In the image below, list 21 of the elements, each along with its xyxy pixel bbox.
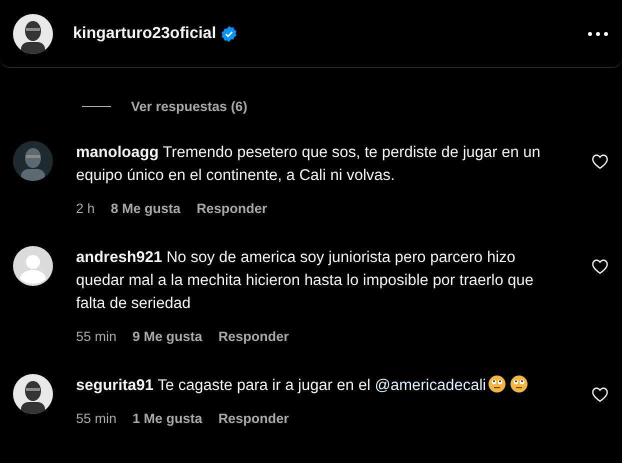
account-username[interactable]: kingarturo23oficial (73, 24, 216, 42)
comment-text: andresh921 No soy de america soy juniorista pero parcero hizo quedar mal a la mechita hicieron hasta lo imposible por traerlo que falta de seriedad (76, 248, 534, 314)
comment-time: 2 h (76, 201, 95, 216)
likes-count[interactable]: 9 Me gusta (132, 329, 202, 344)
comment-time: 55 min (76, 329, 117, 344)
like-heart-button[interactable] (592, 259, 608, 274)
emoji-face-icon (510, 375, 528, 393)
reply-link[interactable]: Responder (196, 201, 268, 216)
like-heart-button[interactable] (592, 387, 608, 402)
likes-count[interactable]: 8 Me gusta (110, 201, 181, 216)
view-replies-button[interactable]: Ver respuestas (6) (131, 99, 248, 114)
avatar-placeholder-icon (13, 246, 53, 286)
more-options-icon[interactable] (588, 32, 608, 36)
comment-text: segurita91 Te cagaste para ir a jugar en el @americadecali (76, 374, 554, 397)
reply-link[interactable]: Responder (218, 329, 289, 344)
likes-count[interactable]: 1 Me gusta (132, 411, 202, 426)
comment-time: 55 min (76, 411, 117, 426)
reply-link[interactable]: Responder (218, 411, 289, 426)
comment-text: manoloagg Tremendo pesetero que sos, te perdiste de jugar en un equipo único en el continente, a Cali ni volvas. (76, 143, 542, 186)
emoji-face-icon (488, 375, 506, 393)
like-heart-button[interactable] (592, 154, 608, 169)
